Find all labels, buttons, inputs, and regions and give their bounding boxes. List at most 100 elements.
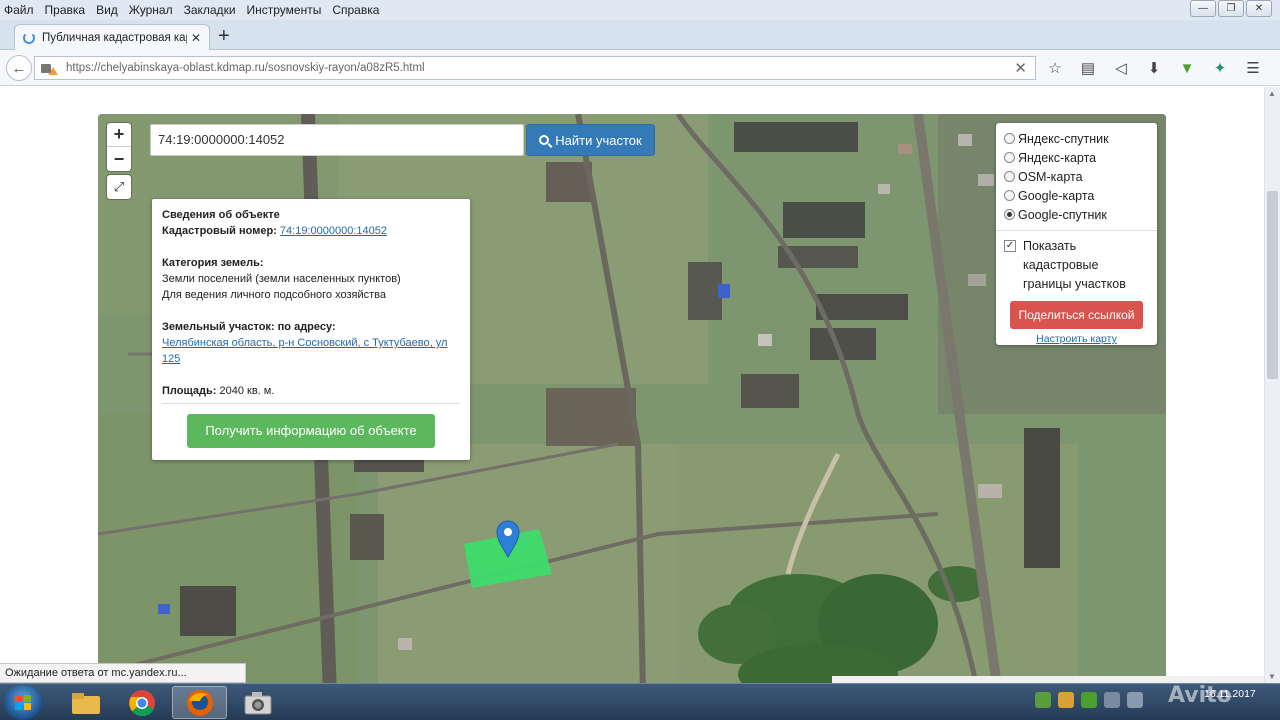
layer-label: OSM-карта	[1018, 169, 1083, 184]
avito-watermark: Avito	[1168, 683, 1232, 708]
tab-strip: Публичная кадастровая кар ✕ +	[0, 20, 1280, 51]
layer-label: Яндекс-спутник	[1018, 131, 1109, 146]
object-info-panel: Сведения об объекте Кадастровый номер: 7…	[152, 199, 470, 460]
radio-icon[interactable]	[1004, 190, 1015, 201]
layer-option-yandex-satellite[interactable]: Яндекс-спутник	[1004, 129, 1149, 148]
lock-icon[interactable]	[41, 63, 51, 73]
status-bar: Ожидание ответа от mc.yandex.ru...	[0, 663, 246, 683]
tray-chrome-icon[interactable]	[1058, 692, 1074, 708]
fullscreen-icon[interactable]: ⤢	[107, 175, 131, 199]
scroll-thumb[interactable]	[1267, 191, 1278, 379]
menu-help[interactable]: Справка	[332, 3, 379, 17]
cadastral-borders-label: Показать кадастровые границы участков	[1023, 239, 1126, 291]
system-tray	[1035, 692, 1150, 708]
page-content: + − ⤢ 74:19:0000000:14052 Найти участок …	[0, 87, 1264, 683]
address-link[interactable]: Челябинская область, р-н Сосновский, с Т…	[162, 337, 447, 365]
checkbox-checked-icon[interactable]: ✓	[1004, 240, 1016, 252]
loading-spinner-icon	[23, 32, 35, 44]
radio-selected-icon[interactable]	[1004, 209, 1015, 220]
layer-option-yandex-map[interactable]: Яндекс-карта	[1004, 148, 1149, 167]
chrome-icon	[128, 689, 155, 716]
menu-bookmarks[interactable]: Закладки	[184, 3, 236, 17]
window-controls: — ❐ ✕	[1188, 0, 1272, 17]
status-strip	[832, 676, 1264, 683]
toolbar-icons: ☆ ▤ ◁ ⬇ ▼ ✦ ☰	[1046, 59, 1277, 78]
taskbar: 16.11.2017	[0, 683, 1280, 720]
reading-list-icon[interactable]: ▤	[1079, 59, 1097, 77]
clear-url-icon[interactable]: ✕	[1014, 59, 1027, 77]
menu-history[interactable]: Журнал	[129, 3, 173, 17]
scroll-up-icon[interactable]: ▲	[1268, 89, 1276, 98]
camera-icon	[244, 691, 271, 714]
area-value: 2040 кв. м.	[219, 385, 275, 397]
cadastral-borders-toggle[interactable]: ✓ Показать кадастровые границы участков	[1004, 237, 1149, 294]
extension2-icon[interactable]: ✦	[1211, 59, 1229, 77]
zoom-control: + −	[107, 123, 131, 171]
taskbar-firefox[interactable]	[172, 686, 227, 719]
get-object-info-button[interactable]: Получить информацию об объекте	[187, 414, 435, 448]
start-button[interactable]	[4, 685, 42, 720]
scroll-down-icon[interactable]: ▼	[1268, 672, 1276, 681]
menu-file[interactable]: Файл	[4, 3, 34, 17]
zoom-in-icon[interactable]: +	[107, 123, 131, 147]
radio-icon[interactable]	[1004, 152, 1015, 163]
menu-icon[interactable]: ☰	[1244, 59, 1262, 77]
windows-logo-icon	[15, 695, 31, 710]
restore-button[interactable]: ❐	[1218, 0, 1244, 17]
cad-number-link[interactable]: 74:19:0000000:14052	[280, 225, 387, 237]
tray-network-icon[interactable]	[1081, 692, 1097, 708]
share-link-button[interactable]: Поделиться ссылкой	[1010, 301, 1143, 329]
search-icon	[539, 135, 550, 145]
firefox-icon	[186, 689, 213, 716]
minimize-button[interactable]: —	[1190, 0, 1216, 17]
folder-icon	[71, 692, 100, 714]
find-parcel-button[interactable]: Найти участок	[526, 124, 655, 156]
url-bar[interactable]: i https://chelyabinskaya-oblast.kdmap.ru…	[34, 56, 1036, 160]
configure-map-link[interactable]: Настроить карту	[1004, 333, 1149, 345]
taskbar-camera[interactable]	[230, 686, 285, 719]
layer-label: Google-карта	[1018, 188, 1095, 203]
cad-number-label: Кадастровый номер:	[162, 225, 277, 237]
address-label: Земельный участок: по адресу:	[162, 321, 336, 333]
layer-label: Яндекс-карта	[1018, 150, 1097, 165]
taskbar-explorer[interactable]	[58, 686, 113, 719]
menu-tools[interactable]: Инструменты	[247, 3, 322, 17]
taskbar-chrome[interactable]	[114, 686, 169, 719]
tray-flag-icon[interactable]	[1104, 692, 1120, 708]
back-icon[interactable]: ←	[6, 55, 32, 81]
find-parcel-label: Найти участок	[555, 132, 642, 148]
cadastral-search-input[interactable]: 74:19:0000000:14052	[150, 124, 524, 156]
area-label: Площадь:	[162, 385, 217, 397]
map-marker-icon[interactable]	[496, 520, 520, 558]
menu-view[interactable]: Вид	[96, 3, 118, 17]
page-scrollbar[interactable]: ▲ ▼	[1264, 87, 1280, 683]
layers-panel: Яндекс-спутник Яндекс-карта OSM-карта Go…	[996, 123, 1157, 345]
info-header: Сведения об объекте	[162, 209, 280, 221]
close-tab-icon[interactable]: ✕	[191, 31, 201, 45]
tab-title: Публичная кадастровая кар	[42, 32, 187, 44]
extension-icon[interactable]: ▼	[1178, 59, 1196, 77]
map[interactable]: + − ⤢ 74:19:0000000:14052 Найти участок …	[98, 114, 1166, 683]
layer-option-osm-map[interactable]: OSM-карта	[1004, 167, 1149, 186]
layer-label: Google-спутник	[1018, 207, 1107, 222]
land-category-label: Категория земель:	[162, 257, 264, 269]
land-use-value: Для ведения личного подсобного хозяйства	[162, 289, 386, 301]
radio-icon[interactable]	[1004, 171, 1015, 182]
tray-volume-icon[interactable]	[1127, 692, 1143, 708]
zoom-out-icon[interactable]: −	[107, 147, 131, 171]
tab-cadastral-map[interactable]: Публичная кадастровая кар ✕	[14, 24, 210, 51]
download-icon[interactable]: ⬇	[1145, 59, 1163, 77]
layer-option-google-satellite[interactable]: Google-спутник	[1004, 205, 1149, 224]
url-text[interactable]: https://chelyabinskaya-oblast.kdmap.ru/s…	[66, 62, 425, 74]
new-tab-button[interactable]: +	[218, 26, 230, 46]
menu-edit[interactable]: Правка	[45, 3, 86, 17]
close-window-button[interactable]: ✕	[1246, 0, 1272, 17]
tray-antivirus-icon[interactable]	[1035, 692, 1051, 708]
pocket-icon[interactable]: ◁	[1112, 59, 1130, 77]
layer-option-google-map[interactable]: Google-карта	[1004, 186, 1149, 205]
star-icon[interactable]: ☆	[1046, 59, 1064, 77]
menu-bar: Файл Правка Вид Журнал Закладки Инструме…	[0, 0, 1280, 20]
land-category-value: Земли поселений (земли населенных пункто…	[162, 273, 401, 285]
radio-icon[interactable]	[1004, 133, 1015, 144]
nav-bar: ← i https://chelyabinskaya-oblast.kdmap.…	[0, 50, 1280, 160]
